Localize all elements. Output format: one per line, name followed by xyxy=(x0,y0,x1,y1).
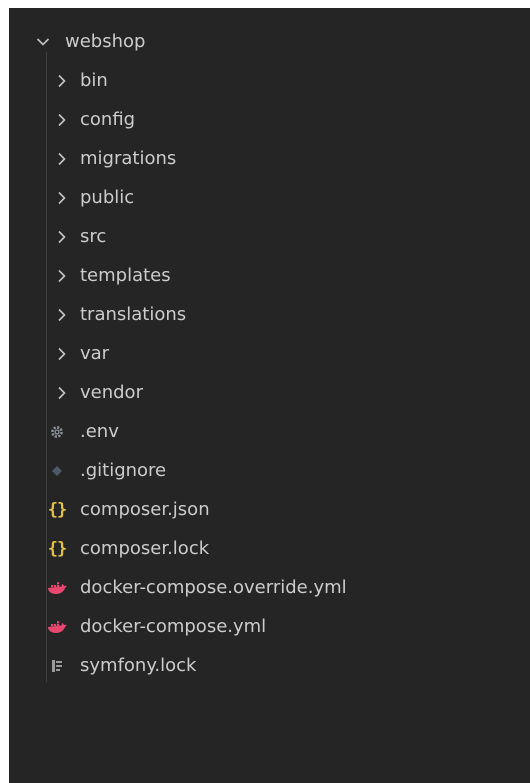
folder-label: bin xyxy=(80,70,108,91)
json-braces-icon: {} xyxy=(47,538,67,559)
folder-config[interactable]: config xyxy=(9,100,530,139)
file-composer-json[interactable]: {} composer.json xyxy=(9,490,530,529)
file-symfony-lock[interactable]: symfony.lock xyxy=(9,646,530,685)
folder-label: src xyxy=(80,226,107,247)
docker-whale-icon xyxy=(46,616,68,638)
file-label: docker-compose.override.yml xyxy=(80,577,347,598)
chevron-right-icon[interactable] xyxy=(53,227,69,247)
file-label: .env xyxy=(80,421,119,442)
folder-label: templates xyxy=(80,265,171,286)
file-label: docker-compose.yml xyxy=(80,616,267,637)
chevron-right-icon[interactable] xyxy=(53,188,69,208)
json-braces-icon: {} xyxy=(47,499,67,520)
chevron-right-icon[interactable] xyxy=(53,149,69,169)
folder-label: var xyxy=(80,343,110,364)
folder-bin[interactable]: bin xyxy=(9,61,530,100)
folder-src[interactable]: src xyxy=(9,217,530,256)
folder-migrations[interactable]: migrations xyxy=(9,139,530,178)
file-composer-lock[interactable]: {} composer.lock xyxy=(9,529,530,568)
folder-label: migrations xyxy=(80,148,177,169)
chevron-right-icon[interactable] xyxy=(53,266,69,286)
folder-translations[interactable]: translations xyxy=(9,295,530,334)
chevron-down-icon[interactable] xyxy=(33,32,53,52)
folder-public[interactable]: public xyxy=(9,178,530,217)
git-dot-icon xyxy=(46,460,68,482)
tree-root-webshop[interactable]: webshop xyxy=(9,22,530,61)
folder-templates[interactable]: templates xyxy=(9,256,530,295)
docker-whale-icon xyxy=(46,577,68,599)
file-label: composer.lock xyxy=(80,538,210,559)
file-explorer: webshop bin config migrations public src… xyxy=(9,8,530,783)
chevron-right-icon[interactable] xyxy=(53,344,69,364)
folder-label: translations xyxy=(80,304,187,325)
folder-vendor[interactable]: vendor xyxy=(9,373,530,412)
document-lines-icon xyxy=(46,655,68,677)
tree-root-label: webshop xyxy=(65,31,146,52)
file-docker-compose-override[interactable]: docker-compose.override.yml xyxy=(9,568,530,607)
file-gitignore[interactable]: .gitignore xyxy=(9,451,530,490)
chevron-right-icon[interactable] xyxy=(53,110,69,130)
file-label: .gitignore xyxy=(80,460,167,481)
file-docker-compose[interactable]: docker-compose.yml xyxy=(9,607,530,646)
folder-var[interactable]: var xyxy=(9,334,530,373)
folder-label: vendor xyxy=(80,382,143,403)
chevron-right-icon[interactable] xyxy=(53,383,69,403)
file-env[interactable]: .env xyxy=(9,412,530,451)
chevron-right-icon[interactable] xyxy=(53,305,69,325)
file-label: symfony.lock xyxy=(80,655,197,676)
file-label: composer.json xyxy=(80,499,210,520)
folder-label: config xyxy=(80,109,136,130)
gear-icon xyxy=(46,421,68,443)
chevron-right-icon[interactable] xyxy=(53,71,69,91)
folder-label: public xyxy=(80,187,135,208)
